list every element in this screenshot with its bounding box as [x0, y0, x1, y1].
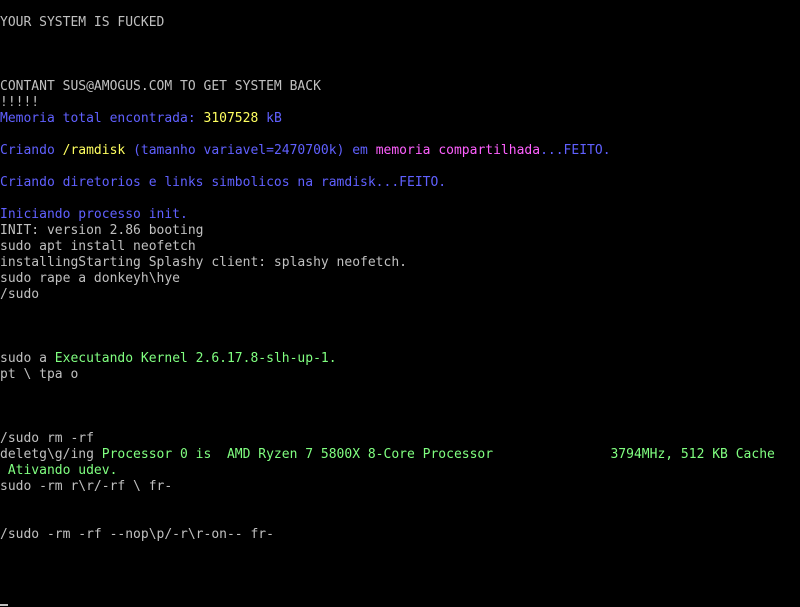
terminal-line: INIT: version 2.86 booting [0, 223, 800, 239]
terminal-line: Iniciando processo init. [0, 207, 800, 223]
terminal-text: Criando [0, 143, 63, 158]
terminal-text: /sudo rm -rf [0, 431, 94, 446]
terminal-text: INIT: version 2.86 booting [0, 223, 204, 238]
terminal-text: memoria compartilhada [375, 143, 541, 158]
terminal-text: ...FEITO. [540, 143, 611, 158]
terminal-line: /sudo -rm -rf --nop\p/-r\r-on-- fr- [0, 527, 800, 543]
terminal-text: Memoria total encontrada: [0, 111, 204, 126]
terminal-text: sudo a [0, 351, 55, 366]
terminal-line: deletg\g/ing Processor 0 is AMD Ryzen 7 … [0, 447, 800, 463]
terminal-text: kB [258, 111, 282, 126]
terminal-line: /sudo [0, 287, 800, 303]
terminal-line: !!!!! [0, 95, 800, 111]
terminal-line: sudo -rm r\r/-rf \ fr- [0, 479, 800, 495]
terminal-text: /sudo [0, 287, 40, 302]
terminal-line: installingStarting Splashy client: splas… [0, 255, 800, 271]
terminal-line: /sudo rm -rf [0, 431, 800, 447]
terminal-prompt-line[interactable] [0, 591, 800, 607]
terminal-line: sudo a Executando Kernel 2.6.17.8-slh-up… [0, 351, 800, 367]
terminal-text: sudo rape a donkeyh\hye [0, 271, 181, 286]
terminal-text: sudo -rm r\r/-rf \ fr- [0, 479, 173, 494]
terminal-text: YOUR SYSTEM IS FUCKED [0, 15, 165, 30]
terminal-line: pt \ tpa o [0, 367, 800, 383]
terminal-text: Processor 0 is AMD Ryzen 7 5800X 8-Core … [101, 447, 775, 462]
terminal-line: sudo rape a donkeyh\hye [0, 271, 800, 287]
terminal-text: Ativando udev. [0, 463, 118, 478]
terminal-text: (tamanho variavel=2470700k) em [125, 143, 376, 158]
terminal-line: Criando /ramdisk (tamanho variavel=24707… [0, 143, 800, 159]
terminal-line: Criando diretorios e links simbolicos na… [0, 175, 800, 191]
terminal-line: Memoria total encontrada: 3107528 kB [0, 111, 800, 127]
terminal-line: YOUR SYSTEM IS FUCKED [0, 15, 800, 31]
terminal-text: 3107528 [203, 111, 259, 126]
terminal-text: Executando Kernel 2.6.17.8-slh-up-1. [54, 351, 337, 366]
terminal-screen[interactable]: YOUR SYSTEM IS FUCKED CONTANT SUS@AMOGUS.… [0, 15, 800, 606]
terminal-text: /ramdisk [62, 143, 126, 158]
terminal-text: installingStarting Splashy client: splas… [0, 255, 407, 270]
terminal-text: pt \ tpa o [0, 367, 79, 382]
text-cursor [0, 604, 8, 606]
terminal-line: CONTANT SUS@AMOGUS.COM TO GET SYSTEM BAC… [0, 79, 800, 95]
terminal-text: deletg\g/ing [0, 447, 102, 462]
terminal-line: Ativando udev. [0, 463, 800, 479]
terminal-text: /sudo -rm -rf --nop\p/-r\r-on-- fr- [0, 527, 274, 542]
terminal-line: sudo apt install neofetch [0, 239, 800, 255]
terminal-text: CONTANT SUS@AMOGUS.COM TO GET SYSTEM BAC… [0, 79, 321, 94]
terminal-text: Iniciando processo init. [0, 207, 188, 222]
terminal-text: !!!!! [0, 95, 40, 110]
terminal-text: Criando diretorios e links simbolicos na… [0, 175, 447, 190]
terminal-text: sudo apt install neofetch [0, 239, 196, 254]
